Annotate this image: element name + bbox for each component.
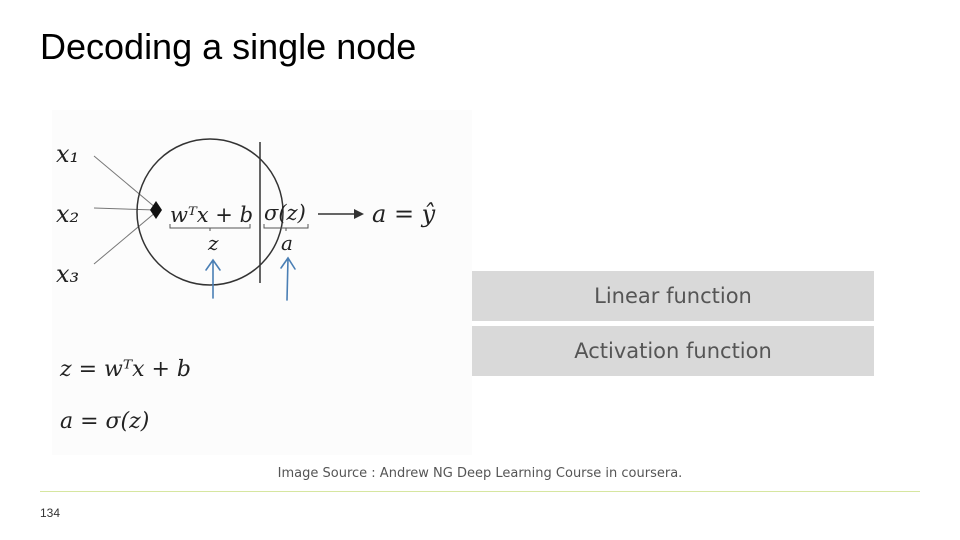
activation-pointer-arrow xyxy=(280,256,296,301)
equation-a: a = σ(z) xyxy=(60,409,149,434)
footer-divider xyxy=(40,491,920,492)
input-x3: x₃ xyxy=(56,260,79,288)
input-junction-marker xyxy=(150,201,162,219)
image-source-caption: Image Source : Andrew NG Deep Learning C… xyxy=(277,466,683,481)
neuron-svg: x₁ x₂ x₃ wᵀx + b z σ(z) a a = ŷ z = wᵀx … xyxy=(56,138,436,434)
neuron-diagram: x₁ x₂ x₃ wᵀx + b z σ(z) a a = ŷ z = wᵀx … xyxy=(52,110,472,455)
output-expression: a = ŷ xyxy=(372,200,436,228)
input-x1: x₁ xyxy=(56,140,79,168)
activation-output-a: a xyxy=(281,231,293,255)
linear-function-label: Linear function xyxy=(594,284,752,308)
linear-output-z: z xyxy=(207,231,219,255)
activation-brace xyxy=(263,224,309,231)
slide-title: Decoding a single node xyxy=(40,26,417,67)
activation-expression: σ(z) xyxy=(264,201,306,225)
linear-expression: wᵀx + b xyxy=(170,203,253,227)
page-number: 134 xyxy=(40,506,61,520)
input-line-1 xyxy=(93,155,157,209)
linear-pointer-arrow xyxy=(205,258,221,299)
activation-function-box: Activation function xyxy=(472,326,874,376)
linear-function-box: Linear function xyxy=(472,271,874,321)
output-arrowhead xyxy=(354,209,364,219)
input-line-3 xyxy=(93,211,157,265)
input-line-2 xyxy=(93,207,157,211)
activation-function-label: Activation function xyxy=(574,339,772,363)
equation-z: z = wᵀx + b xyxy=(59,357,191,382)
input-x2: x₂ xyxy=(56,200,79,228)
